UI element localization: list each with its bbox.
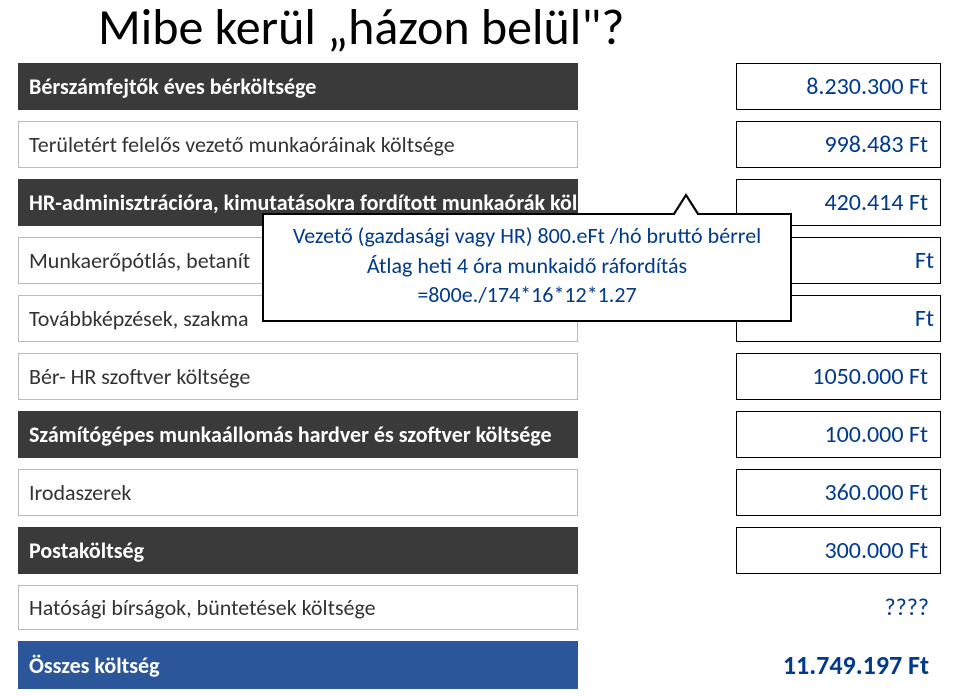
cost-label: Hatósági bírságok, büntetések költsége xyxy=(18,585,578,630)
cost-row: Számítógépes munkaállomás hardver és szo… xyxy=(18,411,941,458)
total-amount: 11.749.197 Ft xyxy=(736,641,941,689)
slide-title: Mibe kerül „házon belül"? xyxy=(18,0,941,55)
callout-line: Vezető (gazdasági vagy HR) 800.eFt /hó b… xyxy=(274,221,780,251)
cost-amount: 100.000 Ft xyxy=(736,411,941,458)
total-label: Összes költség xyxy=(18,641,578,689)
cost-amount: ???? xyxy=(736,585,941,630)
cost-label: Bér- HR szoftver költsége xyxy=(18,353,578,400)
cost-row: Területért felelős vezető munkaóráinak k… xyxy=(18,121,941,168)
cost-amount: 998.483 Ft xyxy=(736,121,941,168)
cost-label: Bérszámfejtők éves bérköltsége xyxy=(18,63,578,110)
cost-amount: 8.230.300 Ft xyxy=(736,63,941,110)
callout-line: =800e./174*16*12*1.27 xyxy=(274,280,780,310)
cost-row: Postaköltség 300.000 Ft xyxy=(18,527,941,574)
cost-amount: 1050.000 Ft xyxy=(736,353,941,400)
callout-line: Átlag heti 4 óra munkaidő ráfordítás xyxy=(274,251,780,281)
cost-row: Hatósági bírságok, büntetések költsége ?… xyxy=(18,585,941,630)
callout-box: Vezető (gazdasági vagy HR) 800.eFt /hó b… xyxy=(262,213,792,322)
cost-row: Bérszámfejtők éves bérköltsége 8.230.300… xyxy=(18,63,941,110)
cost-label: Számítógépes munkaállomás hardver és szo… xyxy=(18,411,578,458)
cost-label: Területért felelős vezető munkaóráinak k… xyxy=(18,121,578,168)
cost-amount: 360.000 Ft xyxy=(736,469,941,516)
cost-label: Postaköltség xyxy=(18,527,578,574)
cost-amount: 300.000 Ft xyxy=(736,527,941,574)
total-row: Összes költség 11.749.197 Ft xyxy=(18,641,941,689)
cost-row: Irodaszerek 360.000 Ft xyxy=(18,469,941,516)
cost-row: Bér- HR szoftver költsége 1050.000 Ft xyxy=(18,353,941,400)
cost-label: Irodaszerek xyxy=(18,469,578,516)
